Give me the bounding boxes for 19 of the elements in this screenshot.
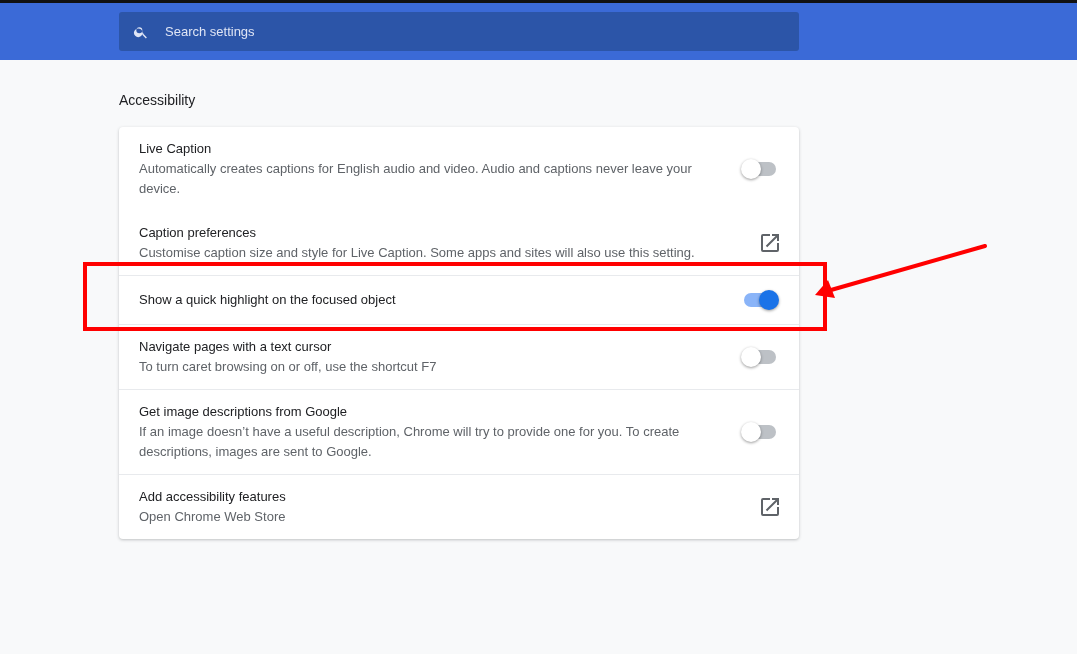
setting-description: To turn caret browsing on or off, use the shortcut F7	[139, 358, 438, 376]
toggle-switch[interactable]	[744, 350, 776, 364]
setting-description: If an image doesn’t have a useful description, Chrome will try to provide one for you. To create descriptions, images are sent to Google.	[139, 423, 681, 461]
setting-title: Navigate pages with a text cursor	[139, 338, 333, 356]
external-link-icon[interactable]	[761, 498, 779, 516]
setting-description: Automatically creates captions for English audio and video. Audio and captions never leave your device.	[139, 160, 693, 198]
toggle-switch[interactable]	[744, 293, 776, 307]
external-link-icon[interactable]	[761, 234, 779, 252]
setting-title: Show a quick highlight on the focused object	[139, 291, 397, 309]
toggle-switch[interactable]	[744, 162, 776, 176]
setting-title: Add accessibility features	[139, 488, 287, 506]
toggle-switch[interactable]	[744, 425, 776, 439]
search-field[interactable]: Search settings	[119, 12, 799, 51]
setting-description: Open Chrome Web Store	[139, 508, 287, 526]
setting-title: Live Caption	[139, 140, 213, 158]
setting-description: Customise caption size and style for Live Caption. Some apps and sites will also use this setting.	[139, 244, 696, 262]
setting-title: Caption preferences	[139, 224, 258, 242]
setting-title: Get image descriptions from Google	[139, 403, 349, 421]
section-title: Accessibility	[119, 91, 197, 110]
